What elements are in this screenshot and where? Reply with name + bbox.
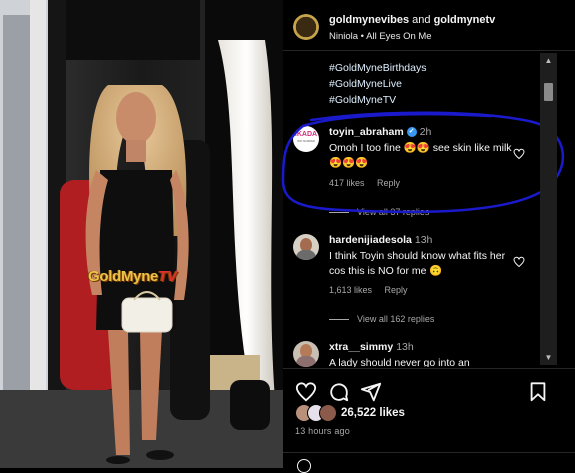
bookmark-icon[interactable] (527, 381, 549, 403)
liker-avatar (319, 404, 337, 422)
post-authors: goldmynevibes and goldmynetv (329, 14, 495, 26)
reply-button[interactable]: Reply (385, 285, 408, 295)
post-timestamp: 13 hours ago (295, 426, 350, 436)
scroll-down-arrow-icon[interactable]: ▼ (540, 350, 557, 365)
caption-hashtag[interactable]: #GoldMyneLive (329, 78, 402, 90)
scroll-thumb[interactable] (544, 83, 553, 101)
comment-username[interactable]: hardenijiadesola 13h (329, 234, 432, 246)
comments-list[interactable]: #GoldMyneBirthdays #GoldMyneLive #GoldMy… (283, 51, 540, 367)
comment-avatar[interactable] (293, 341, 319, 367)
comment-avatar[interactable] (293, 234, 319, 260)
comment-like-heart-icon[interactable] (513, 256, 525, 268)
comment-likes[interactable]: 417 likes (329, 178, 365, 188)
comment-icon[interactable] (328, 381, 350, 403)
audio-link[interactable]: Niniola • All Eyes On Me (329, 31, 432, 42)
comment-meta: 417 likes Reply (329, 178, 410, 188)
post-video[interactable]: GoldMyneTV (0, 0, 283, 468)
comment-time: 13h (396, 341, 414, 353)
video-frame-illustration (0, 0, 283, 468)
like-heart-icon[interactable] (295, 381, 317, 403)
comment-username[interactable]: xtra__simmy 13h (329, 341, 414, 353)
add-comment-bar[interactable] (283, 452, 575, 473)
scroll-up-arrow-icon[interactable]: ▲ (540, 53, 557, 68)
collaborator-name[interactable]: goldmynetv (434, 14, 496, 26)
comment-time: 2h (419, 126, 432, 138)
comment-likes[interactable]: 1,613 likes (329, 285, 372, 295)
caption-hashtag[interactable]: #GoldMyneTV (329, 94, 396, 106)
likes-count[interactable]: 26,522 likes (341, 407, 405, 419)
comment-like-heart-icon[interactable] (513, 148, 525, 160)
avatar-logo-text: IKADA (294, 131, 318, 138)
comments-scrollbar[interactable]: ▲ ▼ (540, 53, 557, 365)
comment-text: I think Toyin should know what fits her … (329, 250, 506, 277)
comment-time: 13h (414, 234, 433, 246)
comment-username[interactable]: toyin_abraham ✓ 2h (329, 126, 431, 138)
share-icon[interactable] (360, 381, 382, 403)
account-name[interactable]: goldmynevibes (329, 14, 409, 26)
view-replies-button[interactable]: View all 162 replies (329, 314, 434, 324)
emoji-icon[interactable] (297, 459, 311, 473)
account-avatar[interactable] (293, 14, 319, 40)
post-header: goldmynevibes and goldmynetv Niniola • A… (283, 0, 575, 51)
authors-connector: and (412, 14, 431, 26)
caption-hashtag[interactable]: #GoldMyneBirthdays (329, 62, 426, 74)
comment-avatar[interactable]: IKADA WO NOIRAR (293, 126, 319, 152)
reply-button[interactable]: Reply (377, 178, 400, 188)
comment-text: Omoh I too fine 😍😍 see skin like milk😍😍😍 (329, 142, 512, 169)
avatar-logo-subtext: WO NOIRAR (297, 139, 315, 143)
verified-badge-icon: ✓ (406, 127, 417, 138)
comment-text: A lady should never go into an (329, 357, 470, 367)
view-replies-button[interactable]: View all 37 replies (329, 207, 429, 217)
comment-meta: 1,613 likes Reply (329, 285, 418, 295)
post-side-panel: goldmynevibes and goldmynetv Niniola • A… (281, 0, 575, 473)
video-watermark: GoldMyneTV (88, 268, 177, 285)
